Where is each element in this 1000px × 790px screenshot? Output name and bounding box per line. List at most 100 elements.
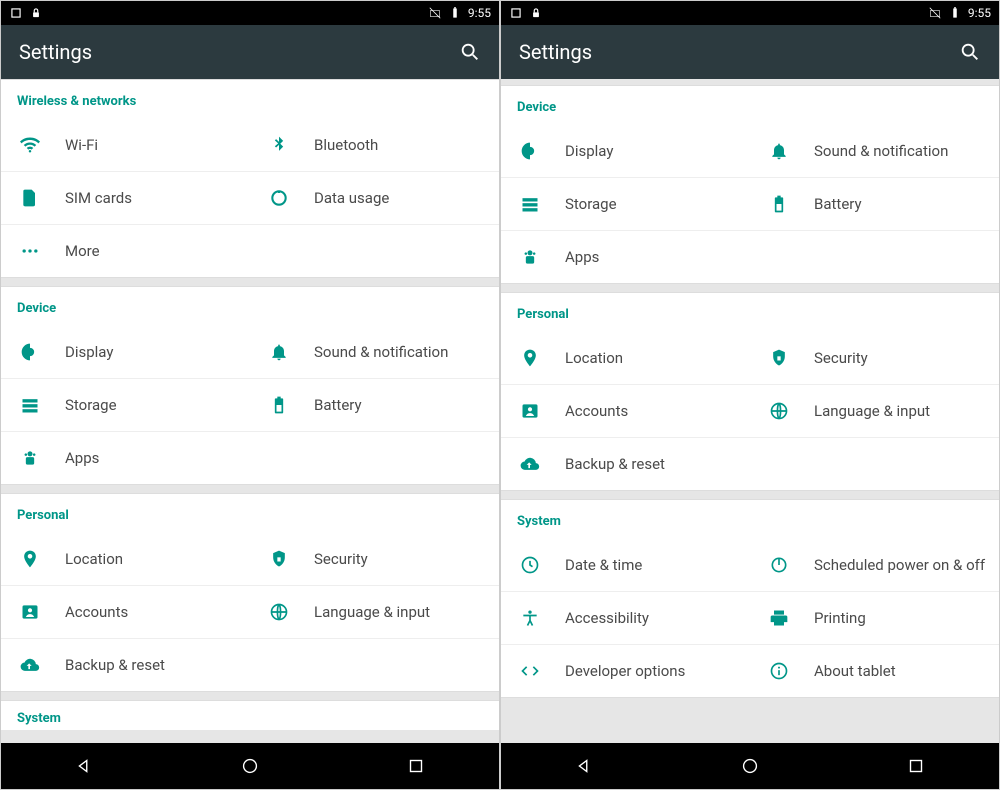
setting-label: More: [65, 242, 100, 260]
section-header: Device: [501, 86, 999, 125]
location-icon: [513, 348, 547, 368]
nav-back-button[interactable]: [573, 755, 595, 777]
settings-scroll[interactable]: Device Display Sound & notification Stor…: [501, 79, 999, 743]
storage-icon: [513, 194, 547, 214]
setting-label: Display: [565, 142, 613, 160]
setting-label: Language & input: [814, 402, 930, 420]
nav-recent-button[interactable]: [405, 755, 427, 777]
apps-icon: [513, 247, 547, 267]
status-time: 9:55: [968, 6, 991, 20]
language-icon: [262, 602, 296, 622]
search-icon[interactable]: [459, 41, 481, 63]
setting-label: Date & time: [565, 556, 642, 574]
setting-language-input[interactable]: Language & input: [750, 384, 999, 437]
nav-home-button[interactable]: [739, 755, 761, 777]
setting-printing[interactable]: Printing: [750, 591, 999, 644]
display-icon: [13, 342, 47, 362]
backup-icon: [13, 655, 47, 675]
location-icon: [13, 549, 47, 569]
setting-accounts[interactable]: Accounts: [501, 384, 750, 437]
power-icon: [762, 555, 796, 575]
setting-backup-reset[interactable]: Backup & reset: [1, 638, 499, 691]
setting-label: SIM cards: [65, 189, 132, 207]
setting-about-tablet[interactable]: About tablet: [750, 644, 999, 697]
setting-accounts[interactable]: Accounts: [1, 585, 250, 638]
section-header-partial: System: [1, 700, 499, 730]
setting-scheduled-power-on-off[interactable]: Scheduled power on & off: [750, 539, 999, 591]
accessibility-icon: [513, 608, 547, 628]
nav-back-button[interactable]: [73, 755, 95, 777]
setting-sound-notification[interactable]: Sound & notification: [750, 125, 999, 177]
app-title: Settings: [19, 40, 92, 64]
setting-apps[interactable]: Apps: [1, 431, 499, 484]
settings-scroll[interactable]: Wireless & networks Wi-Fi Bluetooth SIM …: [1, 79, 499, 743]
setting-security[interactable]: Security: [250, 533, 499, 585]
status-bar: 9:55: [501, 1, 999, 25]
setting-backup-reset[interactable]: Backup & reset: [501, 437, 999, 490]
setting-location[interactable]: Location: [1, 533, 250, 585]
setting-label: Sound & notification: [814, 142, 948, 160]
bluetooth-icon: [262, 135, 296, 155]
bell-icon: [762, 141, 796, 161]
status-bar: 9:55: [1, 1, 499, 25]
app-title: Settings: [519, 40, 592, 64]
setting-data-usage[interactable]: Data usage: [250, 171, 499, 224]
setting-language-input[interactable]: Language & input: [250, 585, 499, 638]
setting-sound-notification[interactable]: Sound & notification: [250, 326, 499, 378]
section-device: Device Display Sound & notification Stor…: [1, 286, 499, 485]
storage-icon: [13, 395, 47, 415]
setting-storage[interactable]: Storage: [501, 177, 750, 230]
setting-apps[interactable]: Apps: [501, 230, 999, 283]
accounts-icon: [13, 602, 47, 622]
setting-storage[interactable]: Storage: [1, 378, 250, 431]
section-header: Personal: [1, 494, 499, 533]
data-icon: [262, 188, 296, 208]
section-device: Device Display Sound & notification Stor…: [501, 85, 999, 284]
accounts-icon: [513, 401, 547, 421]
sim-icon: [13, 188, 47, 208]
setting-label: Sound & notification: [314, 343, 448, 361]
setting-more[interactable]: More: [1, 224, 499, 277]
signal-icon: [928, 6, 942, 20]
display-icon: [513, 141, 547, 161]
backup-icon: [513, 454, 547, 474]
setting-display[interactable]: Display: [501, 125, 750, 177]
setting-sim-cards[interactable]: SIM cards: [1, 171, 250, 224]
battery-icon: [762, 194, 796, 214]
battery-icon: [948, 6, 962, 20]
setting-label: Accounts: [65, 603, 128, 621]
battery-icon: [448, 6, 462, 20]
wifi-icon: [13, 135, 47, 155]
setting-label: Apps: [565, 248, 599, 266]
setting-bluetooth[interactable]: Bluetooth: [250, 119, 499, 171]
clock-icon: [513, 555, 547, 575]
status-time: 9:55: [468, 6, 491, 20]
setting-security[interactable]: Security: [750, 332, 999, 384]
setting-label: Scheduled power on & off: [814, 556, 985, 574]
section-wireless-networks: Wireless & networks Wi-Fi Bluetooth SIM …: [1, 79, 499, 278]
nav-recent-button[interactable]: [905, 755, 927, 777]
setting-label: Accounts: [565, 402, 628, 420]
setting-label: Location: [565, 349, 623, 367]
bell-icon: [262, 342, 296, 362]
info-icon: [762, 661, 796, 681]
signal-icon: [428, 6, 442, 20]
setting-accessibility[interactable]: Accessibility: [501, 591, 750, 644]
section-header: System: [501, 500, 999, 539]
setting-battery[interactable]: Battery: [250, 378, 499, 431]
language-icon: [762, 401, 796, 421]
setting-date-time[interactable]: Date & time: [501, 539, 750, 591]
nav-home-button[interactable]: [239, 755, 261, 777]
section-header: Personal: [501, 293, 999, 332]
setting-label: Battery: [814, 195, 862, 213]
setting-display[interactable]: Display: [1, 326, 250, 378]
search-icon[interactable]: [959, 41, 981, 63]
setting-wi-fi[interactable]: Wi-Fi: [1, 119, 250, 171]
section-system: System Date & time Scheduled power on & …: [501, 499, 999, 698]
apps-icon: [13, 448, 47, 468]
setting-location[interactable]: Location: [501, 332, 750, 384]
setting-label: Storage: [565, 195, 617, 213]
setting-developer-options[interactable]: Developer options: [501, 644, 750, 697]
setting-battery[interactable]: Battery: [750, 177, 999, 230]
setting-label: Apps: [65, 449, 99, 467]
